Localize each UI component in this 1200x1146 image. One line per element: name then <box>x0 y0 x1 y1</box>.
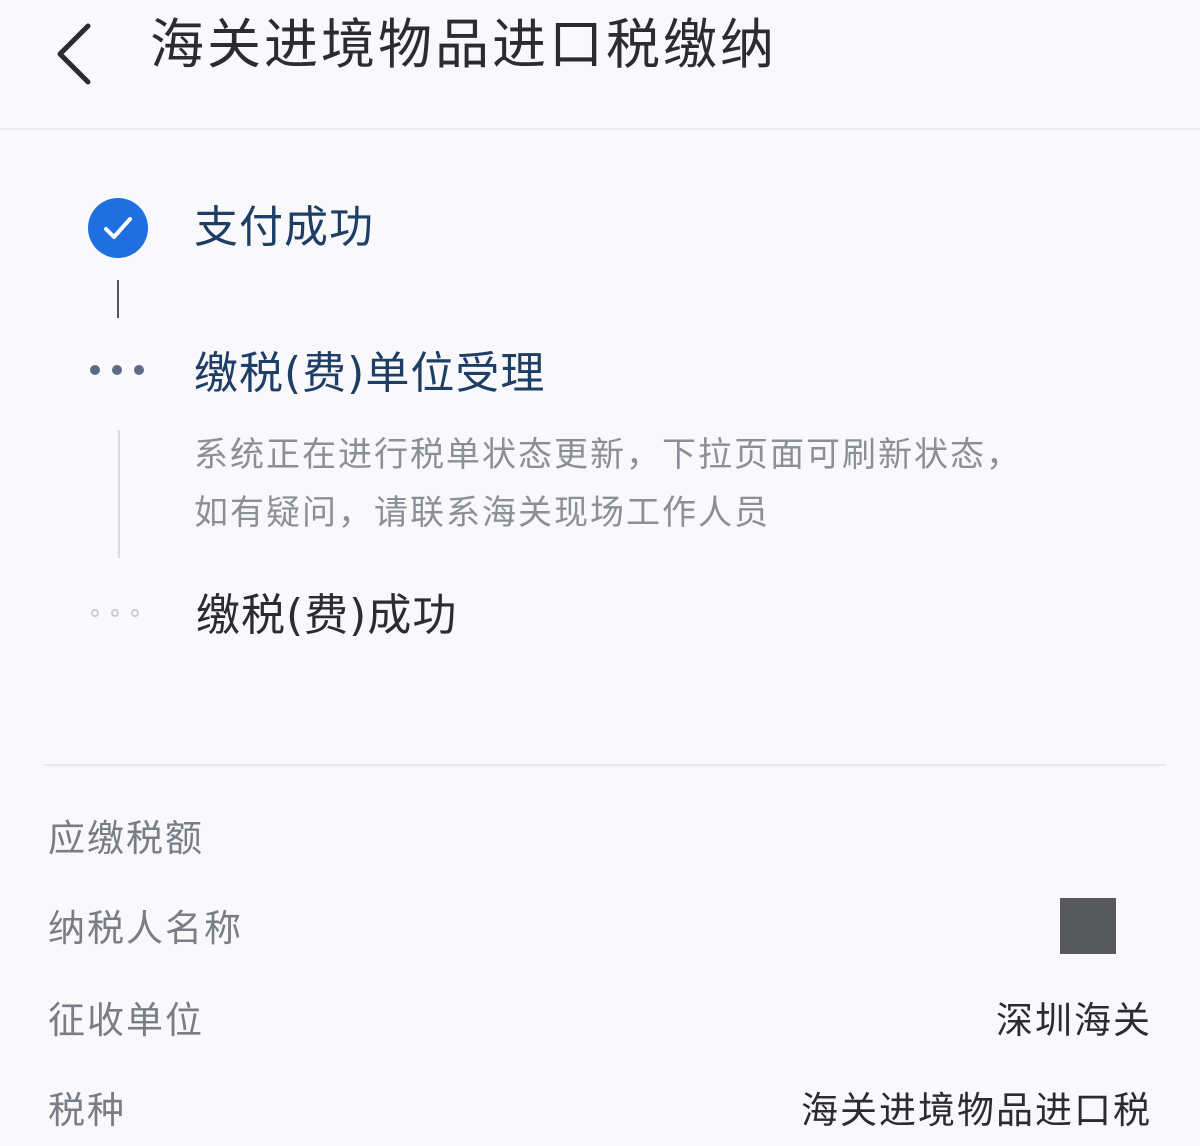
detail-row-collecting-unit: 征收单位 深圳海关 <box>0 986 1200 1056</box>
step-description: 系统正在进行税单状态更新，下拉页面可刷新状态，如有疑问，请联系海关现场工作人员 <box>194 435 1022 533</box>
section-divider <box>44 764 1166 766</box>
timeline-connector <box>117 280 119 318</box>
detail-row-payer-name: 纳税人名称 <box>0 894 1200 964</box>
ellipsis-icon <box>91 609 139 617</box>
detail-label: 纳税人名称 <box>48 907 243 950</box>
step-title-payment-success: 支付成功 <box>194 202 374 253</box>
detail-label: 应缴税额 <box>48 817 204 860</box>
step-title-tax-paid: 缴税(费)成功 <box>196 590 458 641</box>
detail-label: 征收单位 <box>48 999 204 1042</box>
detail-value: 海关进境物品进口税 <box>801 1089 1152 1132</box>
detail-row-tax-type: 税种 海关进境物品进口税 <box>0 1076 1200 1146</box>
check-circle-icon <box>88 198 148 258</box>
redacted-value <box>1060 898 1116 954</box>
app-header: 海关进境物品进口税缴纳 <box>0 0 1200 130</box>
timeline-connector <box>118 430 120 558</box>
ellipsis-icon <box>90 365 144 375</box>
back-button[interactable] <box>40 10 120 90</box>
payment-status-timeline: 支付成功 缴税(费)单位受理 系统正在进行税单状态更新，下拉页面可刷新状态，如有… <box>0 130 1200 770</box>
chevron-left-icon <box>57 23 91 85</box>
detail-value: 深圳海关 <box>996 999 1152 1042</box>
step-title-tax-unit-accepting: 缴税(费)单位受理 <box>194 348 546 399</box>
page-title: 海关进境物品进口税缴纳 <box>150 13 777 76</box>
detail-row-tax-amount: 应缴税额 <box>0 804 1200 874</box>
detail-label: 税种 <box>48 1089 126 1132</box>
